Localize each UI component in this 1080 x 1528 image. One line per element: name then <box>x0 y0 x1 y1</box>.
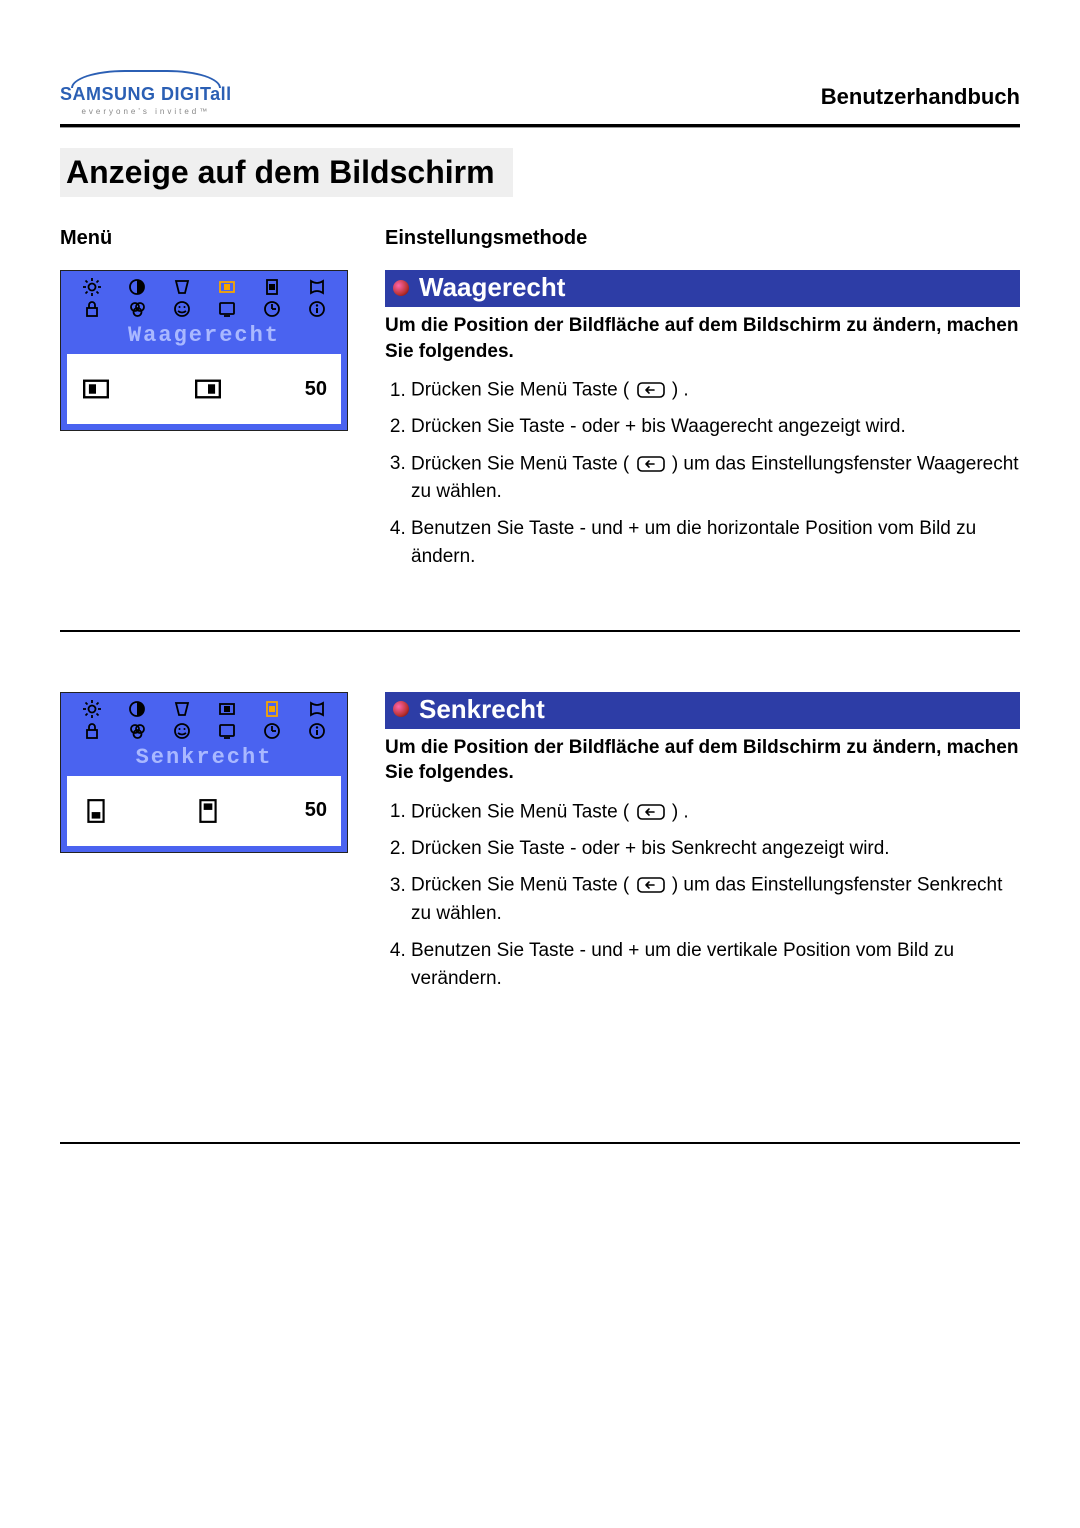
brightness-icon <box>79 277 105 297</box>
step-3: Drücken Sie Menü Taste ( ) um das Einste… <box>411 450 1020 507</box>
step-1: Drücken Sie Menü Taste ( ) . <box>411 798 1020 827</box>
document-title: Benutzerhandbuch <box>821 84 1020 110</box>
step-2: Drücken Sie Taste - oder + bis Waagerech… <box>411 413 1020 442</box>
degauss-icon <box>169 299 195 319</box>
osd-value: 50 <box>305 378 327 401</box>
clock-icon <box>259 721 285 741</box>
step-2: Drücken Sie Taste - oder + bis Senkrecht… <box>411 835 1020 864</box>
osd-label: Senkrecht <box>61 743 347 776</box>
contrast-icon <box>124 277 150 297</box>
instructions: Senkrecht Um die Position der Bildfläche… <box>385 692 1020 1002</box>
display-icon <box>214 299 240 319</box>
col-header-menu: Menü <box>60 227 385 250</box>
step-text: Drücken Sie Menü Taste ( <box>411 875 629 896</box>
menu-button-icon <box>635 450 667 479</box>
hposition-icon <box>214 277 240 297</box>
color-icon <box>124 721 150 741</box>
color-icon <box>124 299 150 319</box>
step-text: ) . <box>672 380 689 401</box>
vposition-icon <box>259 699 285 719</box>
menu-button-icon <box>635 798 667 827</box>
step-text: Drücken Sie Menü Taste ( <box>411 801 629 822</box>
menu-button-icon <box>635 871 667 900</box>
brand-tagline: everyone's invited™ <box>81 107 210 116</box>
info-icon <box>304 721 330 741</box>
menu-button-icon <box>635 376 667 405</box>
step-4: Benutzen Sie Taste - und + um die horizo… <box>411 515 1020 572</box>
step-text: Drücken Sie Menü Taste ( <box>411 453 629 474</box>
osd-preview: Waagerecht 50 <box>60 270 355 580</box>
section-waagerecht: Waagerecht 50 Waagerecht Um die Position… <box>60 270 1020 580</box>
section-intro: Um die Position der Bildfläche auf dem B… <box>385 735 1020 786</box>
section-senkrecht: Senkrecht 50 Senkrecht Um die Position d… <box>60 692 1020 1002</box>
brand-name: SAMSUNG DIGITall <box>60 84 232 105</box>
hpos-left-icon <box>81 376 111 402</box>
lock-icon <box>79 721 105 741</box>
section-divider <box>60 630 1020 632</box>
step-text: ) . <box>672 801 689 822</box>
instructions: Waagerecht Um die Position der Bildfläch… <box>385 270 1020 580</box>
osd-value-row: 50 <box>67 776 341 846</box>
osd-panel: Senkrecht 50 <box>60 692 348 853</box>
column-headers: Menü Einstellungsmethode <box>60 227 1020 250</box>
vpos-bottom-icon <box>81 798 111 824</box>
page-title: Anzeige auf dem Bildschirm <box>60 148 513 197</box>
footer-divider <box>60 1142 1020 1144</box>
osd-label: Waagerecht <box>61 321 347 354</box>
osd-value: 50 <box>305 799 327 822</box>
contrast-icon <box>124 699 150 719</box>
bullet-icon <box>393 701 409 717</box>
step-text: Drücken Sie Menü Taste ( <box>411 380 629 401</box>
lock-icon <box>79 299 105 319</box>
hposition-icon <box>214 699 240 719</box>
clock-icon <box>259 299 285 319</box>
brand-logo: SAMSUNG DIGITall everyone's invited™ <box>60 70 232 116</box>
pincushion-icon <box>304 277 330 297</box>
section-heading: Senkrecht <box>385 692 1020 729</box>
pincushion-icon <box>304 699 330 719</box>
page-header: SAMSUNG DIGITall everyone's invited™ Ben… <box>60 70 1020 116</box>
steps-list: Drücken Sie Menü Taste ( ) . Drücken Sie… <box>385 376 1020 572</box>
step-1: Drücken Sie Menü Taste ( ) . <box>411 376 1020 405</box>
osd-value-row: 50 <box>67 354 341 424</box>
osd-preview: Senkrecht 50 <box>60 692 355 1002</box>
header-divider <box>60 124 1020 128</box>
bullet-icon <box>393 280 409 296</box>
hpos-right-icon <box>193 376 223 402</box>
vposition-icon <box>259 277 285 297</box>
osd-icon-grid <box>61 693 347 743</box>
section-heading: Waagerecht <box>385 270 1020 307</box>
step-4: Benutzen Sie Taste - und + um die vertik… <box>411 937 1020 994</box>
steps-list: Drücken Sie Menü Taste ( ) . Drücken Sie… <box>385 798 1020 994</box>
display-icon <box>214 721 240 741</box>
osd-icon-grid <box>61 271 347 321</box>
vpos-top-icon <box>193 798 223 824</box>
osd-panel: Waagerecht 50 <box>60 270 348 431</box>
section-heading-text: Waagerecht <box>419 272 565 303</box>
col-header-method: Einstellungsmethode <box>385 227 587 250</box>
trapezoid-icon <box>169 277 195 297</box>
brightness-icon <box>79 699 105 719</box>
trapezoid-icon <box>169 699 195 719</box>
section-heading-text: Senkrecht <box>419 694 545 725</box>
step-3: Drücken Sie Menü Taste ( ) um das Einste… <box>411 871 1020 928</box>
info-icon <box>304 299 330 319</box>
degauss-icon <box>169 721 195 741</box>
section-intro: Um die Position der Bildfläche auf dem B… <box>385 313 1020 364</box>
